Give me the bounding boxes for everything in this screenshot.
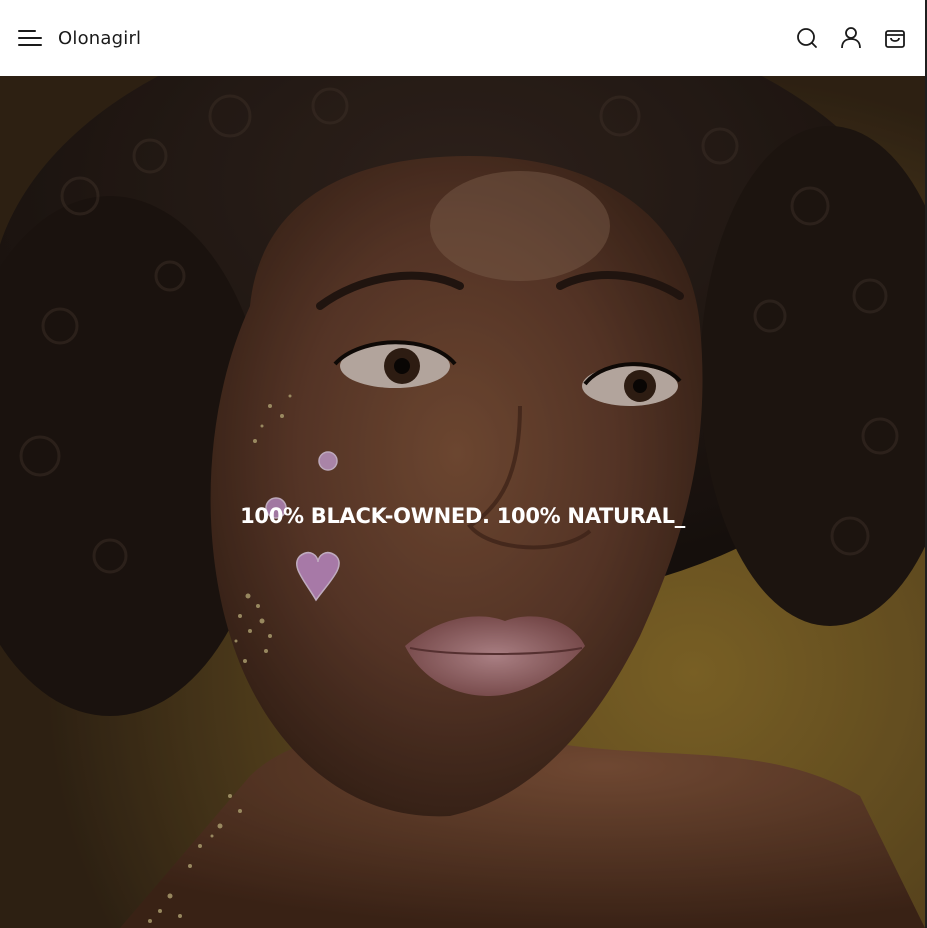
hero-dim-overlay (0, 76, 925, 928)
header-actions (795, 26, 907, 50)
shopping-bag-icon[interactable] (883, 26, 907, 50)
hero-headline: 100% BLACK-OWNED. 100% NATURAL_ (240, 504, 685, 528)
brand-logo[interactable]: Olonagirl (58, 28, 141, 49)
user-icon[interactable] (839, 26, 863, 50)
hero-banner: 100% BLACK-OWNED. 100% NATURAL_ (0, 76, 925, 928)
search-icon[interactable] (795, 26, 819, 50)
hamburger-menu-icon[interactable] (18, 28, 44, 48)
site-header: Olonagirl (0, 0, 925, 76)
